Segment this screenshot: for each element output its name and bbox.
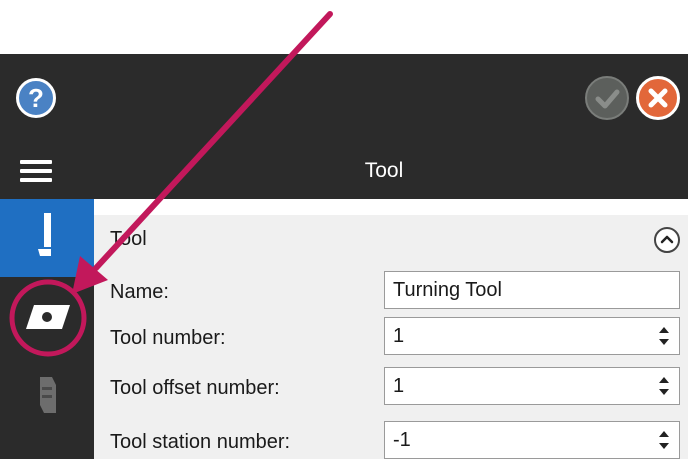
chevron-up-icon: [660, 235, 674, 244]
tool-form: Name: Turning Tool Tool number: 1 Tool o…: [94, 265, 688, 459]
name-input[interactable]: Turning Tool: [384, 271, 680, 309]
section-title: Tool: [110, 228, 147, 250]
spinner-arrows-icon[interactable]: [657, 324, 671, 348]
collapse-button[interactable]: [654, 227, 680, 253]
tool-number-stepper[interactable]: 1: [384, 317, 680, 355]
help-button[interactable]: ?: [16, 78, 56, 118]
spinner-arrows-icon[interactable]: [657, 374, 671, 398]
tool-offset-number-label: Tool offset number:: [110, 377, 280, 399]
sidebar-tab-holder[interactable]: [0, 355, 94, 433]
tool-holder-icon: [38, 213, 51, 256]
page-title: Tool: [364, 159, 404, 182]
close-icon: [648, 88, 668, 108]
holder-icon: [40, 377, 56, 413]
title-bar: Tool: [0, 143, 688, 199]
tool-number-value: 1: [393, 325, 405, 347]
section-header[interactable]: Tool: [94, 215, 688, 265]
name-value: Turning Tool: [393, 279, 502, 301]
tool-station-number-stepper[interactable]: -1: [384, 421, 680, 459]
sidebar-tab-insert[interactable]: [0, 277, 94, 355]
spinner-arrows-icon[interactable]: [657, 428, 671, 452]
tool-number-label: Tool number:: [110, 327, 226, 349]
tool-station-number-label: Tool station number:: [110, 431, 291, 453]
sidebar-tab-tool[interactable]: [0, 199, 94, 277]
question-icon: ?: [28, 83, 44, 113]
cancel-button[interactable]: [636, 76, 680, 120]
tool-station-number-value: -1: [393, 429, 411, 451]
ok-button[interactable]: [585, 76, 629, 120]
name-label: Name:: [110, 281, 169, 303]
sidebar: [0, 199, 94, 459]
insert-icon: [26, 305, 70, 329]
tool-offset-number-value: 1: [393, 375, 405, 397]
check-icon: [595, 89, 620, 109]
content-area: Tool Name: Turning Tool Tool number: 1 T…: [94, 199, 688, 459]
tool-offset-number-stepper[interactable]: 1: [384, 367, 680, 405]
